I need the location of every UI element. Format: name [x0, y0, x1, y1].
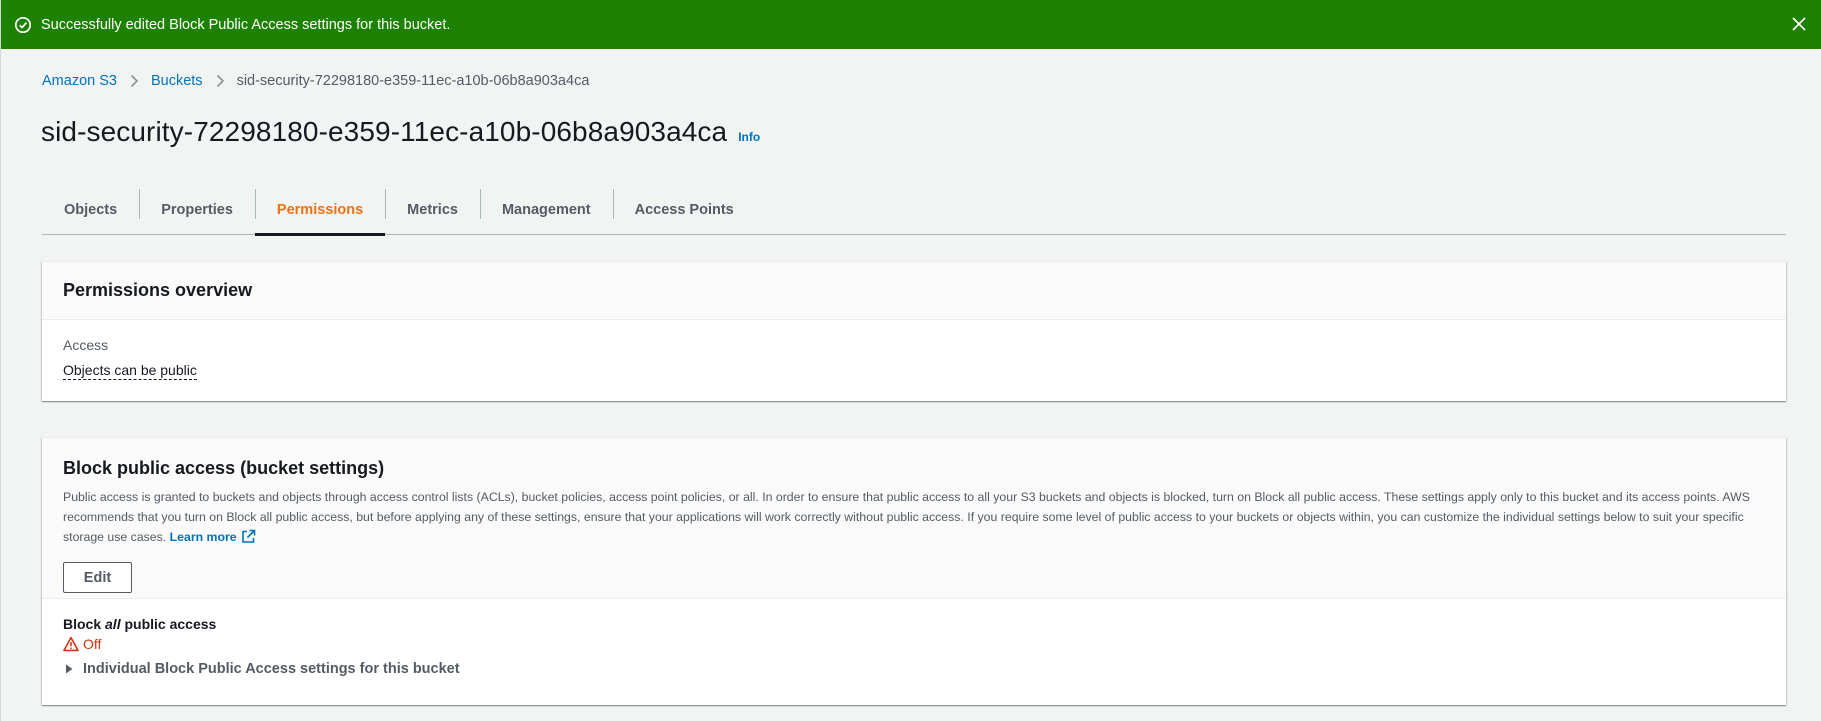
description-text: Public access is granted to buckets and …: [63, 490, 1750, 544]
page-title: sid-security-72298180-e359-11ec-a10b-06b…: [41, 116, 728, 147]
external-link-icon: [241, 529, 256, 544]
block-public-access-body: Block all public access Off Individual B…: [42, 599, 1786, 694]
breadcrumb: Amazon S3 Buckets sid-security-72298180-…: [42, 71, 589, 91]
tab-metrics[interactable]: Metrics: [385, 185, 480, 234]
check-circle-icon: [14, 16, 32, 34]
block-all-public-access-label: Block all public access: [63, 616, 1765, 632]
block-public-access-panel: Block public access (bucket settings) Pu…: [42, 437, 1786, 705]
permissions-overview-header: Permissions overview: [42, 262, 1786, 320]
individual-settings-expander[interactable]: Individual Block Public Access settings …: [63, 661, 1765, 677]
breadcrumb-current-bucket: sid-security-72298180-e359-11ec-a10b-06b…: [236, 73, 590, 89]
page: Successfully edited Block Public Access …: [0, 0, 1821, 721]
access-value-popover[interactable]: Objects can be public: [63, 362, 197, 380]
block-label-prefix: Block: [63, 616, 102, 632]
breadcrumb-amazon-s3[interactable]: Amazon S3: [42, 73, 117, 89]
learn-more-link[interactable]: Learn more: [169, 529, 256, 544]
status-text: Off: [83, 636, 102, 652]
chevron-right-icon: [215, 74, 225, 88]
bucket-tabs: Objects Properties Permissions Metrics M…: [42, 185, 1786, 236]
learn-more-label: Learn more: [169, 530, 237, 544]
info-link[interactable]: Info: [738, 130, 760, 144]
tab-permissions[interactable]: Permissions: [254, 185, 386, 236]
permissions-overview-body: Access Objects can be public: [42, 320, 1786, 397]
chevron-right-icon: [129, 74, 139, 88]
access-label: Access: [63, 337, 109, 353]
tab-access-points[interactable]: Access Points: [612, 185, 756, 234]
edit-button[interactable]: Edit: [63, 562, 132, 593]
block-label-suffix: public access: [124, 616, 217, 632]
tab-properties[interactable]: Properties: [139, 185, 255, 234]
breadcrumb-buckets[interactable]: Buckets: [151, 73, 203, 89]
block-label-emphasis: all: [105, 616, 121, 632]
permissions-overview-panel: Permissions overview Access Objects can …: [42, 261, 1786, 401]
block-public-access-header: Block public access (bucket settings) Pu…: [42, 438, 1786, 599]
tab-management[interactable]: Management: [479, 185, 613, 234]
warning-icon: [63, 636, 79, 652]
tab-objects[interactable]: Objects: [42, 185, 139, 234]
flash-message: Successfully edited Block Public Access …: [41, 16, 451, 33]
permissions-overview-title: Permissions overview: [63, 280, 253, 300]
page-header: sid-security-72298180-e359-11ec-a10b-06b…: [41, 116, 760, 148]
block-public-access-description: Public access is granted to buckets and …: [63, 487, 1773, 547]
caret-right-icon: [63, 663, 75, 675]
success-flash-banner: Successfully edited Block Public Access …: [1, 0, 1821, 49]
block-status: Off: [63, 636, 1765, 652]
block-public-access-title: Block public access (bucket settings): [63, 458, 385, 478]
close-icon[interactable]: [1789, 14, 1809, 34]
expander-label: Individual Block Public Access settings …: [83, 661, 460, 677]
